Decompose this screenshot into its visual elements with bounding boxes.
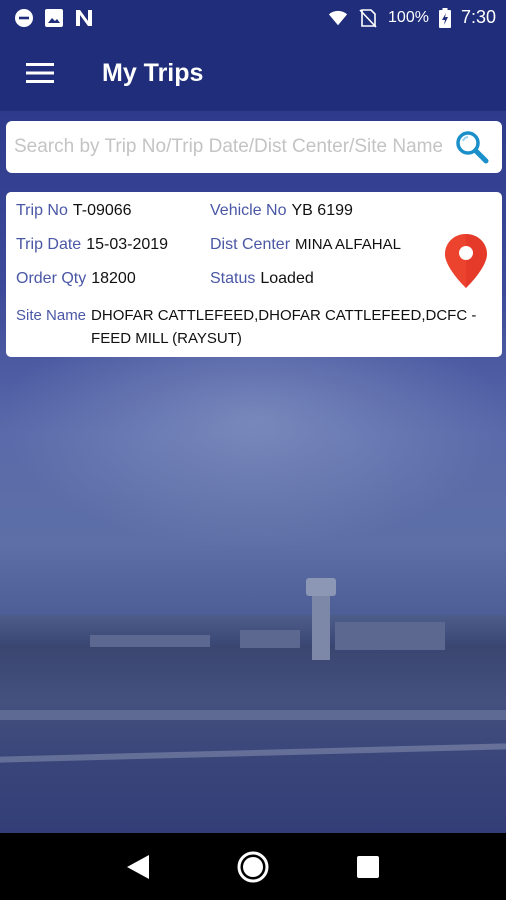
order-qty-label: Order Qty	[16, 270, 87, 287]
site-name-value: DHOFAR CATTLEFEED,DHOFAR CATTLEFEED,DCFC…	[91, 307, 477, 347]
recents-square-icon	[357, 855, 380, 878]
site-name-label: Site Name	[16, 307, 87, 324]
trip-card[interactable]: Trip No T-09066 Vehicle No YB 6199 Trip …	[6, 192, 502, 357]
dist-center-label: Dist Center	[210, 236, 291, 253]
control-tower	[312, 590, 330, 660]
menu-button[interactable]	[10, 43, 70, 103]
search-input[interactable]	[6, 121, 442, 173]
page-title: My Trips	[102, 58, 204, 87]
status-row: Status Loaded	[210, 270, 314, 288]
minus-circle-icon	[14, 8, 34, 28]
trip-date-row: Trip Date 15-03-2019	[16, 236, 168, 254]
dist-center-value: MINA ALFAHAL	[295, 236, 401, 253]
recents-button[interactable]	[338, 837, 398, 897]
home-circle-icon	[237, 851, 269, 882]
order-qty-row: Order Qty 18200	[16, 270, 136, 288]
trip-no-value: T-09066	[72, 202, 132, 219]
app-bar: My Trips	[0, 35, 506, 111]
home-button[interactable]	[223, 837, 283, 897]
trip-no-label: Trip No	[16, 202, 68, 219]
trip-date-label: Trip Date	[16, 236, 82, 253]
search-icon	[456, 131, 489, 164]
map-location-button[interactable]	[443, 232, 489, 290]
site-name-row: Site Name DHOFAR CATTLEFEED,DHOFAR CATTL…	[16, 304, 486, 350]
status-bar: 100% 7:30	[0, 0, 506, 35]
image-icon	[44, 8, 64, 28]
order-qty-value: 18200	[91, 270, 136, 287]
no-sim-icon	[358, 8, 378, 28]
trip-no-row: Trip No T-09066	[16, 202, 132, 220]
system-navigation-bar	[0, 833, 506, 900]
search-bar	[6, 121, 502, 173]
vehicle-no-row: Vehicle No YB 6199	[210, 202, 353, 220]
battery-percent: 100%	[388, 8, 429, 26]
map-pin-icon	[445, 234, 487, 288]
wifi-icon	[328, 8, 348, 28]
back-triangle-icon	[126, 854, 149, 879]
trip-date-value: 15-03-2019	[86, 236, 169, 253]
status-label: Status	[210, 270, 256, 287]
back-button[interactable]	[108, 837, 168, 897]
dist-center-row: Dist Center MINA ALFAHAL	[210, 236, 401, 254]
search-button[interactable]	[442, 121, 502, 173]
battery-charging-icon	[438, 7, 451, 28]
vehicle-no-value: YB 6199	[291, 202, 353, 219]
vehicle-no-label: Vehicle No	[210, 202, 287, 219]
clock: 7:30	[460, 7, 496, 27]
hamburger-menu-icon	[26, 63, 54, 83]
n-app-icon	[74, 8, 94, 28]
status-value: Loaded	[260, 270, 314, 287]
